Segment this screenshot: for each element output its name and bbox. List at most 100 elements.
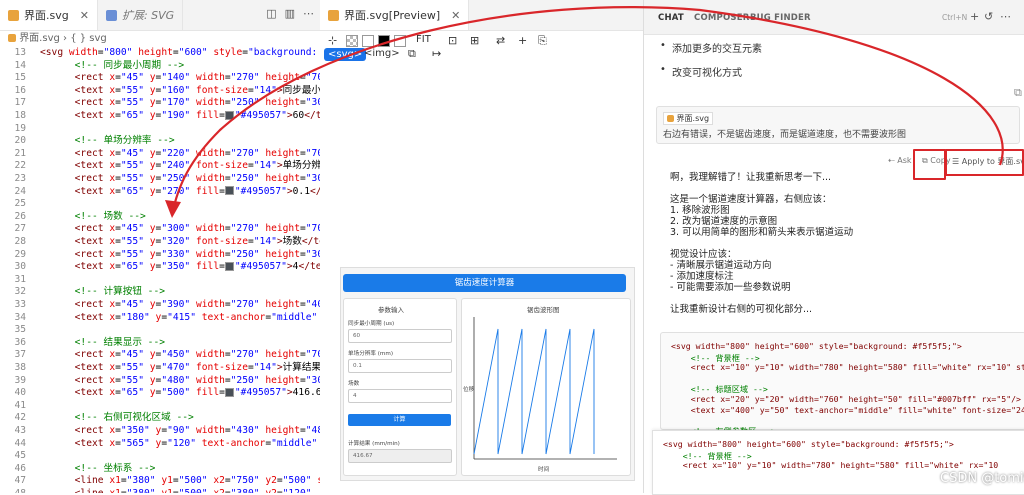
code-line[interactable]: 48 <line x1="380" y1="500" x2="380" y2="… [0,487,311,493]
code-block[interactable]: <svg width="800" height="600" style="bac… [660,332,1024,436]
new-chat-icon[interactable]: + [970,10,979,23]
pin-icon[interactable]: ⊹ [328,34,337,47]
code-token: "45" [120,147,144,159]
code-line[interactable]: 33 <rect x="45" y="390" width="270" heig… [0,298,320,311]
code-line[interactable]: 46 <!-- 坐标系 --> [0,462,155,475]
code-line[interactable]: 22 <text x="55" y="240" font-size="14">单… [0,159,320,172]
code-line[interactable]: 13 <svg width="800" height="600" style="b… [0,46,320,59]
user-message[interactable]: 界面.svg 右边有错误，不是锯齿速度，而是锯道速度，也不需要波形图 [656,106,1020,144]
sawtooth-chart [473,317,617,460]
ask-button[interactable]: ⇠ Ask [888,156,912,165]
tab-chat[interactable]: CHAT [658,13,684,23]
tab-bug-finder[interactable]: BUG FINDER [750,13,811,23]
code-line[interactable]: 47 <line x1="380" y1="500" x2="750" y2="… [0,474,320,487]
apply-button[interactable]: ☰ Apply to 界面.svg [952,156,1024,167]
code-line[interactable]: 31 [0,273,40,286]
transparent-bg-toggle[interactable] [346,35,358,47]
code-line[interactable]: 41 [0,399,40,412]
code-line[interactable]: 39 <rect x="55" y="480" width="250" heig… [0,374,320,387]
resolution-input[interactable]: 0.1 [348,359,452,373]
code-line[interactable]: 38 <text x="55" y="470" font-size="14">计… [0,361,320,374]
code-line[interactable]: 17 <rect x="55" y="170" width="250" heig… [0,96,320,109]
code-line[interactable]: 18 <text x="65" y="190" fill= "#495057">6… [0,109,320,122]
cycle-input[interactable]: 60 [348,329,452,343]
line-number: 16 [14,84,26,96]
tab-interface-svg[interactable]: 界面.svg ✕ [0,0,98,30]
code-token: y [149,311,162,323]
tab-preview[interactable]: 界面.svg[Preview] ✕ [320,0,470,30]
field-label: 场数 [348,381,360,387]
code-line[interactable]: 34 <text x="180" y="415" text-anchor="mi… [0,311,320,324]
close-icon[interactable]: ✕ [80,9,89,22]
zoom-fit-icon[interactable]: ⊡ [448,34,457,47]
width-icon[interactable]: ↦ [432,47,441,60]
tab-extension-svg[interactable]: 扩展: SVG [98,0,184,30]
custom-bg-toggle[interactable] [394,35,406,47]
chart-panel: 锯齿波形图 时间 位移 [461,298,631,476]
code-line[interactable]: 27 <rect x="45" y="300" width="270" heig… [0,222,320,235]
code-line[interactable]: 42 <!-- 右侧可视化区域 --> [0,411,193,424]
code-line[interactable]: 20 <!-- 单场分辨率 --> [0,134,174,147]
black-bg-toggle[interactable] [378,35,390,47]
code-token: "190" [161,110,191,121]
svg-mode-button[interactable]: <svg> [324,48,367,61]
code-line[interactable]: 40 <text x="65" y="500" fill= "#495057">4… [0,386,320,399]
code-line[interactable]: 36 <!-- 结果显示 --> [0,336,165,349]
breadcrumb-file[interactable]: 界面.svg [19,33,60,44]
code-line[interactable]: 26 <!-- 场数 --> [0,210,145,223]
code-token: y [143,374,156,386]
code-line[interactable]: 32 <!-- 计算按钮 --> [0,285,165,298]
color-swatch [224,387,234,397]
code-line[interactable]: 28 <text x="55" y="320" font-size="14">场… [0,235,320,248]
preview-toolbar: ⊹ FIT ⊡ ⊞ ⇄ + ⎘ <svg> <img> ⧉ ↦ [324,32,639,61]
code-token: width [68,47,98,58]
code-line[interactable]: 30 <text x="65" y="350" fill= "#495057">4… [0,260,320,273]
tab-composer[interactable]: COMPOSER [694,13,749,23]
img-mode-button[interactable]: <img> [364,48,400,59]
more-icon[interactable]: ⋯ [1000,10,1011,23]
code-line[interactable]: 14 <!-- 同步最小周期 --> [0,59,184,72]
white-bg-toggle[interactable] [362,35,374,47]
code-line[interactable]: 25 [0,197,40,210]
code-line[interactable]: 45 [0,449,40,462]
code-token: "270" [230,349,260,361]
history-icon[interactable]: ↺ [984,10,993,23]
code-line[interactable]: 29 <rect x="55" y="330" width="250" heig… [0,248,320,261]
fit-button[interactable]: FIT [416,34,431,45]
code-line[interactable]: 15 <rect x="45" y="140" width="270" heig… [0,71,320,84]
copy-icon[interactable]: ⧉ [1014,86,1022,100]
code-line[interactable]: 21 <rect x="45" y="220" width="270" heig… [0,147,320,160]
calculate-button[interactable]: 计算 [348,414,451,426]
add-icon[interactable]: + [518,34,527,47]
code-token: <rect [40,374,110,386]
code-token: "350" [161,261,191,273]
code-editor[interactable]: 13 <svg width="800" height="600" style="b… [0,46,320,493]
code-token: <text [40,387,110,399]
refresh-icon[interactable]: ⇄ [496,34,505,47]
code-line[interactable]: 23 <rect x="55" y="250" width="250" heig… [0,172,320,185]
extension-icon [105,9,117,21]
code-line[interactable]: 35 [0,323,40,336]
params-title: 参数输入 [378,306,404,314]
zoom-actual-icon[interactable]: ⊞ [470,34,479,47]
more-actions-icon[interactable]: ⋯ [303,7,314,20]
code-line[interactable]: 37 <rect x="45" y="450" width="270" heig… [0,348,320,361]
open-preview-icon[interactable]: ◫ [266,7,276,20]
code-line[interactable]: 44 <text x="565" y="120" text-anchor="mi… [0,437,320,450]
code-line[interactable]: 19 [0,122,40,135]
code-token: "middle" [271,437,318,449]
export-icon[interactable]: ⎘ [538,34,547,48]
copy-button[interactable]: ⧉ Copy [922,156,951,166]
code-line[interactable]: 43 <rect x="350" y="90" width="430" heig… [0,424,320,437]
code-token: "middle" [271,311,318,323]
code-line[interactable]: 24 <text x="65" y="270" fill= "#495057">0… [0,185,320,198]
split-editor-icon[interactable]: ▥ [285,7,295,20]
field-count-input[interactable]: 4 [348,389,452,403]
code-line[interactable]: 16 <text x="55" y="160" font-size="14">同… [0,84,320,97]
code-token: height [259,374,300,386]
breadcrumb-symbol[interactable]: { } svg [70,33,107,44]
close-icon[interactable]: ✕ [451,9,460,22]
params-panel: 参数输入 同步最小周期 (us) 60 单场分辨率 (mm) 0.1 场数 4 … [343,298,457,476]
code-token: "470" [161,362,191,373]
copy-icon[interactable]: ⧉ [408,47,416,61]
